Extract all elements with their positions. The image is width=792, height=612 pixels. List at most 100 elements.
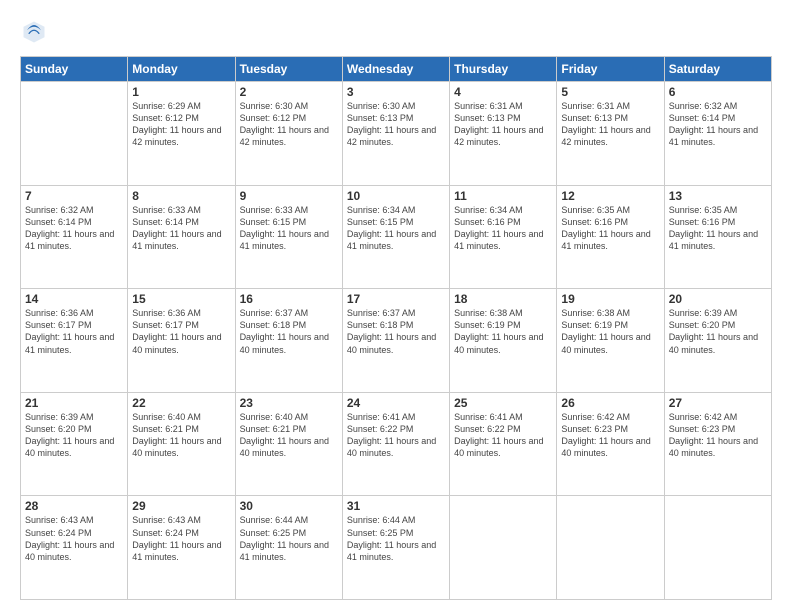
calendar-cell: 16Sunrise: 6:37 AMSunset: 6:18 PMDayligh… (235, 289, 342, 393)
weekday-header-wednesday: Wednesday (342, 57, 449, 82)
day-number: 2 (240, 85, 338, 99)
calendar-cell (21, 82, 128, 186)
calendar-cell: 19Sunrise: 6:38 AMSunset: 6:19 PMDayligh… (557, 289, 664, 393)
day-info: Sunrise: 6:36 AMSunset: 6:17 PMDaylight:… (132, 307, 230, 356)
calendar-cell: 26Sunrise: 6:42 AMSunset: 6:23 PMDayligh… (557, 392, 664, 496)
day-number: 26 (561, 396, 659, 410)
day-info: Sunrise: 6:36 AMSunset: 6:17 PMDaylight:… (25, 307, 123, 356)
day-info: Sunrise: 6:40 AMSunset: 6:21 PMDaylight:… (132, 411, 230, 460)
day-info: Sunrise: 6:43 AMSunset: 6:24 PMDaylight:… (25, 514, 123, 563)
day-info: Sunrise: 6:43 AMSunset: 6:24 PMDaylight:… (132, 514, 230, 563)
day-number: 21 (25, 396, 123, 410)
weekday-header-thursday: Thursday (450, 57, 557, 82)
calendar-cell: 22Sunrise: 6:40 AMSunset: 6:21 PMDayligh… (128, 392, 235, 496)
calendar-cell (450, 496, 557, 600)
day-number: 27 (669, 396, 767, 410)
day-number: 28 (25, 499, 123, 513)
calendar-week-3: 14Sunrise: 6:36 AMSunset: 6:17 PMDayligh… (21, 289, 772, 393)
day-info: Sunrise: 6:37 AMSunset: 6:18 PMDaylight:… (240, 307, 338, 356)
calendar-cell: 13Sunrise: 6:35 AMSunset: 6:16 PMDayligh… (664, 185, 771, 289)
day-number: 18 (454, 292, 552, 306)
calendar-cell: 28Sunrise: 6:43 AMSunset: 6:24 PMDayligh… (21, 496, 128, 600)
day-number: 3 (347, 85, 445, 99)
day-number: 24 (347, 396, 445, 410)
weekday-header-tuesday: Tuesday (235, 57, 342, 82)
day-number: 17 (347, 292, 445, 306)
weekday-header-sunday: Sunday (21, 57, 128, 82)
day-info: Sunrise: 6:33 AMSunset: 6:14 PMDaylight:… (132, 204, 230, 253)
weekday-header-saturday: Saturday (664, 57, 771, 82)
day-number: 1 (132, 85, 230, 99)
day-number: 16 (240, 292, 338, 306)
day-info: Sunrise: 6:32 AMSunset: 6:14 PMDaylight:… (669, 100, 767, 149)
calendar-table: SundayMondayTuesdayWednesdayThursdayFrid… (20, 56, 772, 600)
day-number: 12 (561, 189, 659, 203)
calendar-cell: 31Sunrise: 6:44 AMSunset: 6:25 PMDayligh… (342, 496, 449, 600)
calendar-week-4: 21Sunrise: 6:39 AMSunset: 6:20 PMDayligh… (21, 392, 772, 496)
calendar-cell: 17Sunrise: 6:37 AMSunset: 6:18 PMDayligh… (342, 289, 449, 393)
day-number: 23 (240, 396, 338, 410)
day-info: Sunrise: 6:41 AMSunset: 6:22 PMDaylight:… (347, 411, 445, 460)
calendar-cell: 7Sunrise: 6:32 AMSunset: 6:14 PMDaylight… (21, 185, 128, 289)
day-info: Sunrise: 6:42 AMSunset: 6:23 PMDaylight:… (561, 411, 659, 460)
calendar-cell: 25Sunrise: 6:41 AMSunset: 6:22 PMDayligh… (450, 392, 557, 496)
day-info: Sunrise: 6:38 AMSunset: 6:19 PMDaylight:… (561, 307, 659, 356)
day-number: 13 (669, 189, 767, 203)
calendar-cell: 27Sunrise: 6:42 AMSunset: 6:23 PMDayligh… (664, 392, 771, 496)
calendar-cell: 20Sunrise: 6:39 AMSunset: 6:20 PMDayligh… (664, 289, 771, 393)
day-number: 25 (454, 396, 552, 410)
day-number: 5 (561, 85, 659, 99)
day-number: 20 (669, 292, 767, 306)
header (20, 18, 772, 46)
logo (20, 18, 52, 46)
day-info: Sunrise: 6:33 AMSunset: 6:15 PMDaylight:… (240, 204, 338, 253)
logo-icon (20, 18, 48, 46)
calendar-cell: 12Sunrise: 6:35 AMSunset: 6:16 PMDayligh… (557, 185, 664, 289)
day-info: Sunrise: 6:38 AMSunset: 6:19 PMDaylight:… (454, 307, 552, 356)
day-info: Sunrise: 6:44 AMSunset: 6:25 PMDaylight:… (240, 514, 338, 563)
calendar-cell: 11Sunrise: 6:34 AMSunset: 6:16 PMDayligh… (450, 185, 557, 289)
calendar-cell: 30Sunrise: 6:44 AMSunset: 6:25 PMDayligh… (235, 496, 342, 600)
day-number: 8 (132, 189, 230, 203)
day-info: Sunrise: 6:31 AMSunset: 6:13 PMDaylight:… (454, 100, 552, 149)
calendar-cell (664, 496, 771, 600)
day-info: Sunrise: 6:31 AMSunset: 6:13 PMDaylight:… (561, 100, 659, 149)
day-info: Sunrise: 6:40 AMSunset: 6:21 PMDaylight:… (240, 411, 338, 460)
calendar-cell: 1Sunrise: 6:29 AMSunset: 6:12 PMDaylight… (128, 82, 235, 186)
calendar-cell: 29Sunrise: 6:43 AMSunset: 6:24 PMDayligh… (128, 496, 235, 600)
day-info: Sunrise: 6:37 AMSunset: 6:18 PMDaylight:… (347, 307, 445, 356)
day-info: Sunrise: 6:39 AMSunset: 6:20 PMDaylight:… (669, 307, 767, 356)
day-info: Sunrise: 6:30 AMSunset: 6:13 PMDaylight:… (347, 100, 445, 149)
calendar-cell: 5Sunrise: 6:31 AMSunset: 6:13 PMDaylight… (557, 82, 664, 186)
page: SundayMondayTuesdayWednesdayThursdayFrid… (0, 0, 792, 612)
calendar-cell: 6Sunrise: 6:32 AMSunset: 6:14 PMDaylight… (664, 82, 771, 186)
day-info: Sunrise: 6:44 AMSunset: 6:25 PMDaylight:… (347, 514, 445, 563)
weekday-header-monday: Monday (128, 57, 235, 82)
day-number: 30 (240, 499, 338, 513)
calendar-cell: 14Sunrise: 6:36 AMSunset: 6:17 PMDayligh… (21, 289, 128, 393)
day-info: Sunrise: 6:29 AMSunset: 6:12 PMDaylight:… (132, 100, 230, 149)
calendar-cell: 8Sunrise: 6:33 AMSunset: 6:14 PMDaylight… (128, 185, 235, 289)
day-info: Sunrise: 6:34 AMSunset: 6:16 PMDaylight:… (454, 204, 552, 253)
day-info: Sunrise: 6:42 AMSunset: 6:23 PMDaylight:… (669, 411, 767, 460)
day-info: Sunrise: 6:35 AMSunset: 6:16 PMDaylight:… (561, 204, 659, 253)
calendar-cell: 10Sunrise: 6:34 AMSunset: 6:15 PMDayligh… (342, 185, 449, 289)
calendar-cell: 3Sunrise: 6:30 AMSunset: 6:13 PMDaylight… (342, 82, 449, 186)
calendar-cell: 18Sunrise: 6:38 AMSunset: 6:19 PMDayligh… (450, 289, 557, 393)
day-number: 7 (25, 189, 123, 203)
weekday-header-friday: Friday (557, 57, 664, 82)
day-info: Sunrise: 6:35 AMSunset: 6:16 PMDaylight:… (669, 204, 767, 253)
calendar-cell: 21Sunrise: 6:39 AMSunset: 6:20 PMDayligh… (21, 392, 128, 496)
calendar-header: SundayMondayTuesdayWednesdayThursdayFrid… (21, 57, 772, 82)
calendar-cell: 24Sunrise: 6:41 AMSunset: 6:22 PMDayligh… (342, 392, 449, 496)
calendar-cell: 2Sunrise: 6:30 AMSunset: 6:12 PMDaylight… (235, 82, 342, 186)
day-info: Sunrise: 6:32 AMSunset: 6:14 PMDaylight:… (25, 204, 123, 253)
day-number: 9 (240, 189, 338, 203)
day-number: 14 (25, 292, 123, 306)
day-number: 29 (132, 499, 230, 513)
day-info: Sunrise: 6:34 AMSunset: 6:15 PMDaylight:… (347, 204, 445, 253)
day-info: Sunrise: 6:41 AMSunset: 6:22 PMDaylight:… (454, 411, 552, 460)
day-number: 10 (347, 189, 445, 203)
calendar-cell: 15Sunrise: 6:36 AMSunset: 6:17 PMDayligh… (128, 289, 235, 393)
day-number: 22 (132, 396, 230, 410)
